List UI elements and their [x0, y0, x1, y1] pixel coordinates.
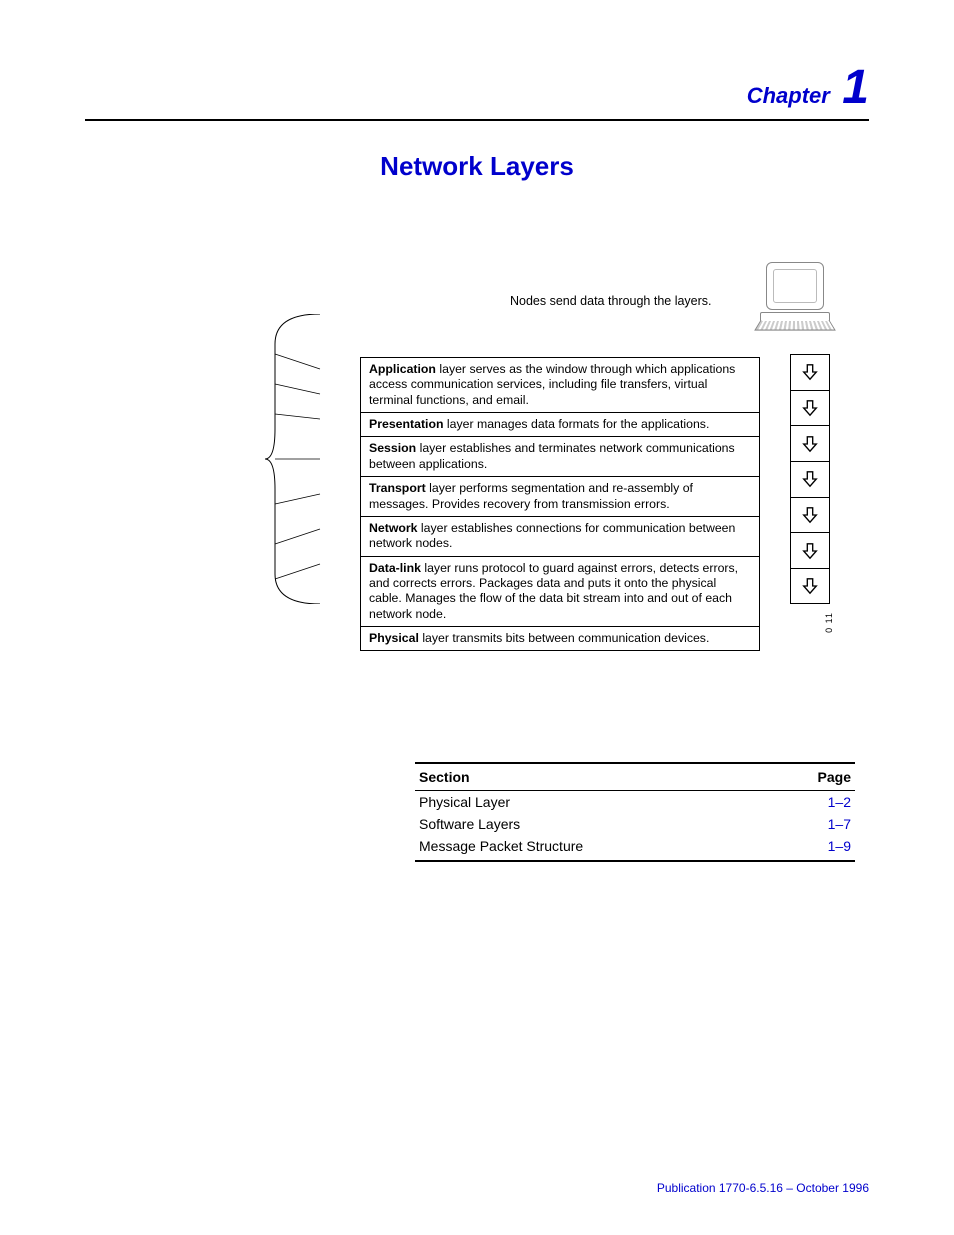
layer-name: Physical	[369, 631, 419, 645]
publication-footer: Publication 1770-6.5.16 – October 1996	[657, 1181, 869, 1195]
layer-row: Transport layer performs segmentation an…	[361, 477, 760, 517]
toc-table: Section Page Physical Layer 1–2 Software…	[415, 762, 855, 862]
chapter-label: Chapter	[747, 83, 830, 108]
toc-page-link[interactable]: 1–9	[770, 835, 855, 861]
layers-diagram: Nodes send data through the layers. Appl…	[320, 262, 850, 642]
chapter-number: 1	[842, 61, 869, 114]
toc-page-link[interactable]: 1–2	[770, 791, 855, 814]
layers-table: Application layer serves as the window t…	[360, 357, 760, 651]
toc-row: Software Layers 1–7	[415, 813, 855, 835]
layer-name: Network	[369, 521, 418, 535]
layer-row: Network layer establishes connections fo…	[361, 516, 760, 556]
layer-name: Data-link	[369, 561, 421, 575]
layer-desc: layer manages data formats for the appli…	[443, 417, 709, 431]
layer-row: Session layer establishes and terminates…	[361, 437, 760, 477]
bracket-icon	[265, 314, 325, 604]
arrow-down-icon	[791, 425, 829, 461]
toc-row: Message Packet Structure 1–9	[415, 835, 855, 861]
toc-header-section: Section	[415, 763, 770, 791]
arrows-column	[790, 354, 830, 604]
chapter-header: Chapter 1	[85, 60, 869, 121]
toc-section: Physical Layer	[415, 791, 770, 814]
arrow-down-icon	[791, 497, 829, 533]
layer-row: Presentation layer manages data formats …	[361, 413, 760, 437]
layer-name: Application	[369, 362, 436, 376]
layer-desc: layer runs protocol to guard against err…	[369, 561, 738, 621]
arrow-down-icon	[791, 461, 829, 497]
layer-desc: layer establishes and terminates network…	[369, 441, 735, 470]
toc-section: Software Layers	[415, 813, 770, 835]
page-title: Network Layers	[85, 151, 869, 182]
layer-name: Presentation	[369, 417, 443, 431]
computer-icon	[760, 262, 830, 340]
layer-desc: layer transmits bits between communicati…	[419, 631, 709, 645]
arrow-down-icon	[791, 390, 829, 426]
layer-row: Application layer serves as the window t…	[361, 358, 760, 413]
layer-name: Session	[369, 441, 416, 455]
toc-row: Physical Layer 1–2	[415, 791, 855, 814]
toc-page-link[interactable]: 1–7	[770, 813, 855, 835]
toc-section: Message Packet Structure	[415, 835, 770, 861]
layer-row: Physical layer transmits bits between co…	[361, 627, 760, 651]
arrow-down-icon	[791, 354, 829, 390]
layer-name: Transport	[369, 481, 426, 495]
arrow-down-icon	[791, 568, 829, 604]
layer-desc: layer establishes connections for commun…	[369, 521, 735, 550]
diagram-side-label: 0 11	[824, 612, 834, 633]
arrow-down-icon	[791, 532, 829, 568]
diagram-caption: Nodes send data through the layers.	[510, 294, 712, 308]
layer-row: Data-link layer runs protocol to guard a…	[361, 556, 760, 626]
toc-header-page: Page	[770, 763, 855, 791]
